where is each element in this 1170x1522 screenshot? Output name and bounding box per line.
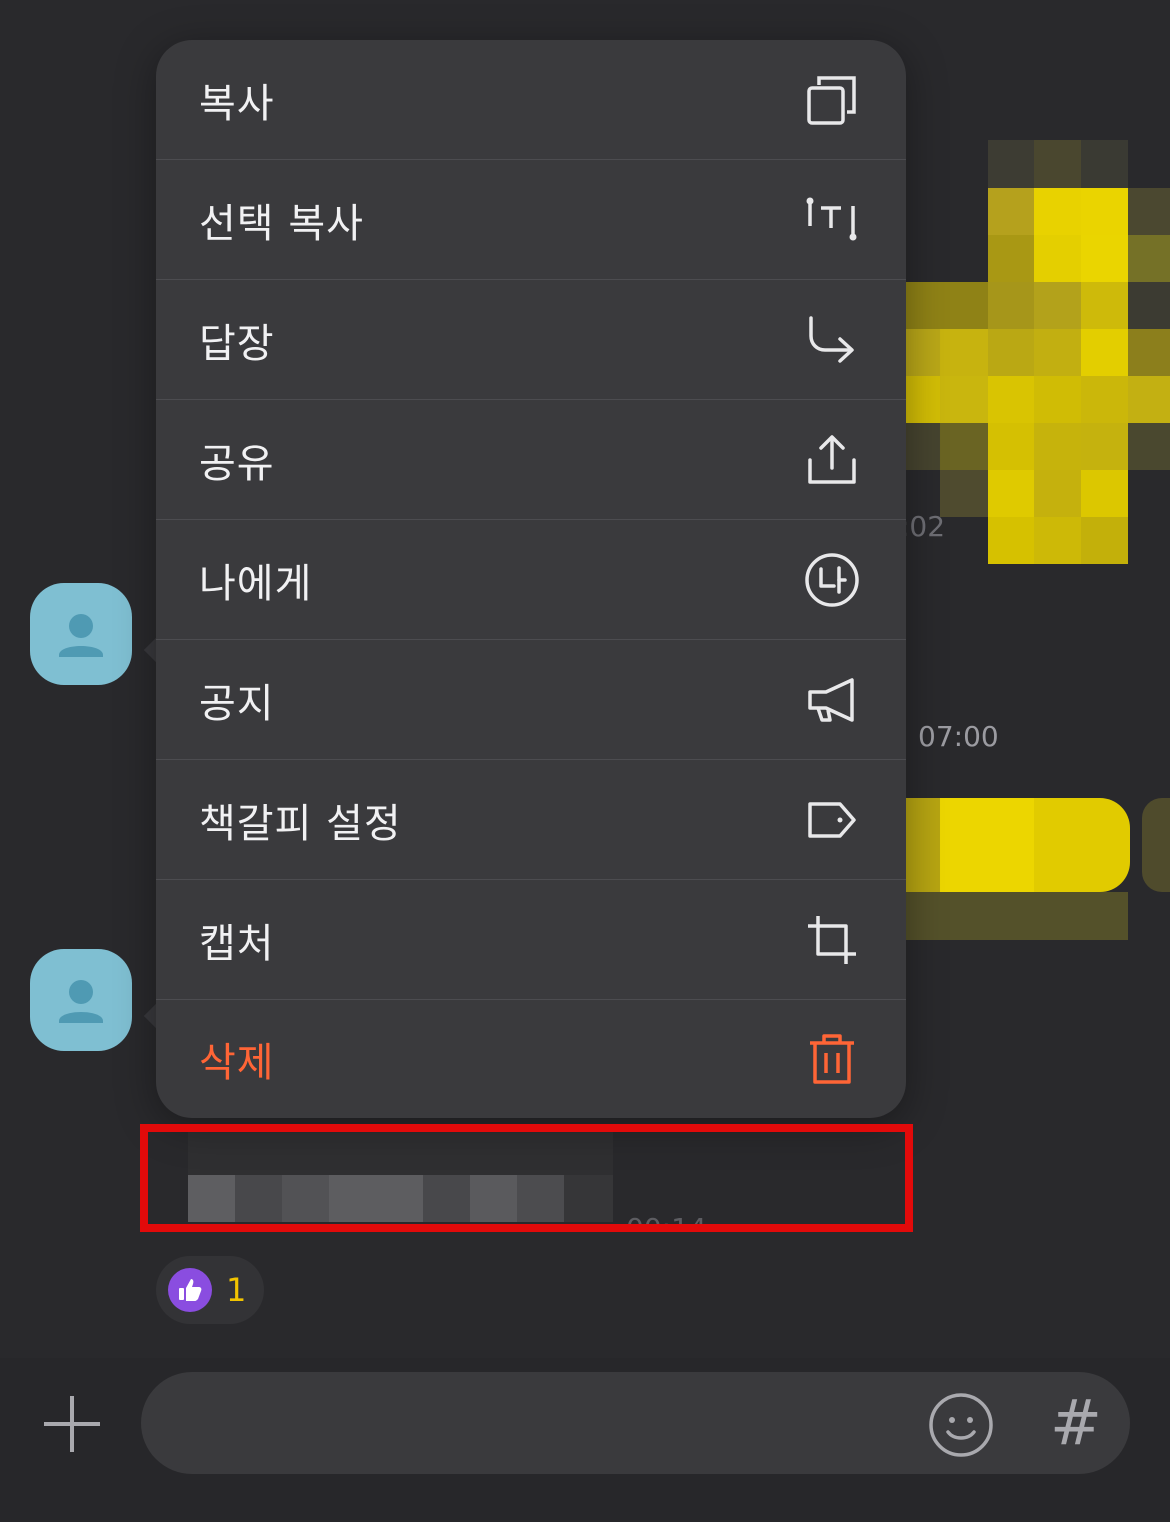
menu-item-label: 책갈피 설정: [199, 800, 402, 847]
menu-item-bookmark[interactable]: 책갈피 설정: [156, 760, 906, 880]
avatar[interactable]: [30, 583, 132, 685]
emoji-button[interactable]: [928, 1392, 994, 1458]
menu-item-label: 답장: [199, 320, 275, 367]
trash-icon: [804, 1031, 860, 1087]
reply-arrow-icon: [804, 312, 860, 368]
menu-item-label: 공유: [199, 440, 275, 487]
copy-icon: [804, 72, 860, 128]
menu-item-capture[interactable]: 캡처: [156, 880, 906, 1000]
menu-item-to-me[interactable]: 나에게: [156, 520, 906, 640]
pixelated-image: [892, 140, 1170, 564]
menu-item-reply[interactable]: 답장: [156, 280, 906, 400]
menu-item-delete[interactable]: 삭제: [156, 1000, 906, 1118]
context-menu: 복사 선택 복사 답장 공유 나에게 공지 책갈피 설정 캡처 삭제: [156, 40, 906, 1118]
menu-item-select-copy[interactable]: 선택 복사: [156, 160, 906, 280]
menu-item-label: 공지: [199, 680, 275, 727]
thumbs-up-icon: [168, 1268, 212, 1312]
menu-item-label: 삭제: [199, 1040, 275, 1086]
text-select-icon: [804, 192, 860, 248]
menu-item-label: 선택 복사: [199, 200, 364, 247]
hashtag-button[interactable]: #: [1050, 1388, 1102, 1458]
crop-icon: [804, 912, 860, 968]
to-me-icon: [804, 552, 860, 608]
person-icon: [59, 614, 103, 657]
avatar[interactable]: [30, 949, 132, 1051]
plus-icon: [44, 1396, 100, 1452]
menu-item-share[interactable]: 공유: [156, 400, 906, 520]
reaction-chip[interactable]: 1: [156, 1256, 264, 1324]
reaction-count: 1: [226, 1271, 247, 1309]
attach-plus-button[interactable]: [40, 1392, 104, 1456]
menu-item-copy[interactable]: 복사: [156, 40, 906, 160]
share-icon: [804, 432, 860, 488]
bookmark-tag-icon: [804, 792, 860, 848]
highlight-box: [140, 1124, 913, 1232]
message-timestamp: 07:00: [918, 720, 999, 753]
menu-item-label: 캡처: [199, 920, 275, 967]
megaphone-icon: [804, 672, 860, 728]
menu-item-notice[interactable]: 공지: [156, 640, 906, 760]
smiley-icon: [929, 1393, 993, 1457]
person-icon: [59, 980, 103, 1023]
pixelated-bubble: [892, 798, 1170, 940]
menu-item-label: 나에게: [199, 560, 313, 607]
menu-item-label: 복사: [199, 80, 275, 127]
message-timestamp: :02: [900, 510, 946, 543]
